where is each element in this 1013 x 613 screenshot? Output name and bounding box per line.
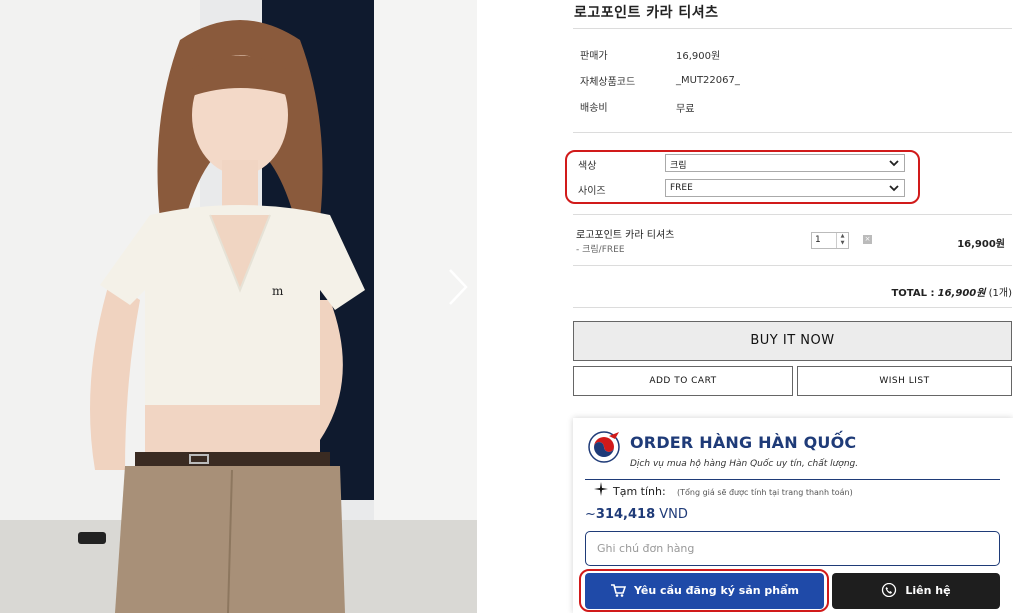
info-value-price: 16,900원 xyxy=(676,51,721,62)
divider xyxy=(573,28,1012,29)
size-select[interactable]: FREE xyxy=(665,179,905,197)
sparkle-icon xyxy=(594,482,608,496)
estimate-label: Tạm tính: xyxy=(613,485,666,498)
total-amount: 16,900원 xyxy=(937,288,986,299)
next-image-button[interactable] xyxy=(440,262,476,312)
quantity-down-icon[interactable]: ▼ xyxy=(837,240,848,247)
divider xyxy=(573,265,1012,266)
chevron-down-icon xyxy=(889,185,899,192)
brand-tagline: Dịch vụ mua hộ hàng Hàn Quốc uy tín, chấ… xyxy=(630,459,859,469)
quantity-value: 1 xyxy=(815,235,821,245)
color-select[interactable]: 크림 xyxy=(665,154,905,172)
svg-text:m: m xyxy=(272,284,284,298)
selected-item-price: 16,900원 xyxy=(957,239,1005,250)
cart-icon xyxy=(610,584,626,597)
quantity-spin[interactable]: ▲ ▼ xyxy=(836,233,848,248)
divider xyxy=(573,132,1012,133)
info-label-price: 판매가 xyxy=(580,51,608,62)
size-select-value: FREE xyxy=(670,183,693,193)
delete-item-button[interactable]: × xyxy=(863,235,872,244)
estimated-price: ~314,418 VND xyxy=(585,507,688,522)
brand-name: ORDER HÀNG HÀN QUỐC xyxy=(630,433,857,452)
chevron-down-icon xyxy=(889,160,899,167)
divider xyxy=(573,307,1012,308)
chevron-right-icon xyxy=(449,269,468,305)
add-to-cart-button[interactable]: ADD TO CART xyxy=(573,366,793,396)
quantity-up-icon[interactable]: ▲ xyxy=(837,233,848,240)
quantity-stepper[interactable]: 1 ▲ ▼ xyxy=(811,232,849,249)
register-button-label: Yêu cầu đăng ký sản phẩm xyxy=(633,584,800,597)
info-value-code: _MUT22067_ xyxy=(676,75,740,86)
price-prefix: ~ xyxy=(585,507,596,522)
price-currency: VND xyxy=(659,507,688,522)
total-label: TOTAL : xyxy=(891,288,935,299)
order-note-input[interactable]: Ghi chú đơn hàng xyxy=(585,531,1000,566)
total-summary: TOTAL : 16,900원 (1개) xyxy=(891,284,1012,299)
info-value-shipping: 무료 xyxy=(676,104,695,115)
size-label: 사이즈 xyxy=(578,186,606,197)
phone-icon xyxy=(882,583,897,597)
contact-button-label: Liên hệ xyxy=(905,584,951,597)
estimate-note: (Tổng giá sẽ được tính tại trang thanh t… xyxy=(677,488,853,497)
contact-button[interactable]: Liên hệ xyxy=(832,573,1000,609)
color-label: 색상 xyxy=(578,161,597,172)
divider xyxy=(585,479,1000,480)
divider xyxy=(573,214,1012,215)
brand-logo-icon xyxy=(588,431,620,463)
info-label-shipping: 배송비 xyxy=(580,103,608,114)
price-value: 314,418 xyxy=(595,507,656,522)
register-product-button[interactable]: Yêu cầu đăng ký sản phẩm xyxy=(585,573,824,609)
selected-item-variant: - 크림/FREE xyxy=(576,245,625,255)
wish-list-button[interactable]: WISH LIST xyxy=(797,366,1012,396)
product-photo: m xyxy=(0,0,477,613)
selected-item-name: 로고포인트 카라 티셔츠 xyxy=(576,230,675,241)
product-title: 로고포인트 카라 티셔츠 xyxy=(574,5,719,21)
info-label-code: 자체상품코드 xyxy=(580,77,636,88)
buy-now-button[interactable]: BUY IT NOW xyxy=(573,321,1012,361)
total-count: (1개) xyxy=(988,288,1012,299)
order-widget: ORDER HÀNG HÀN QUỐC Dịch vụ mua hộ hàng … xyxy=(573,418,1013,613)
color-select-value: 크림 xyxy=(670,161,687,171)
